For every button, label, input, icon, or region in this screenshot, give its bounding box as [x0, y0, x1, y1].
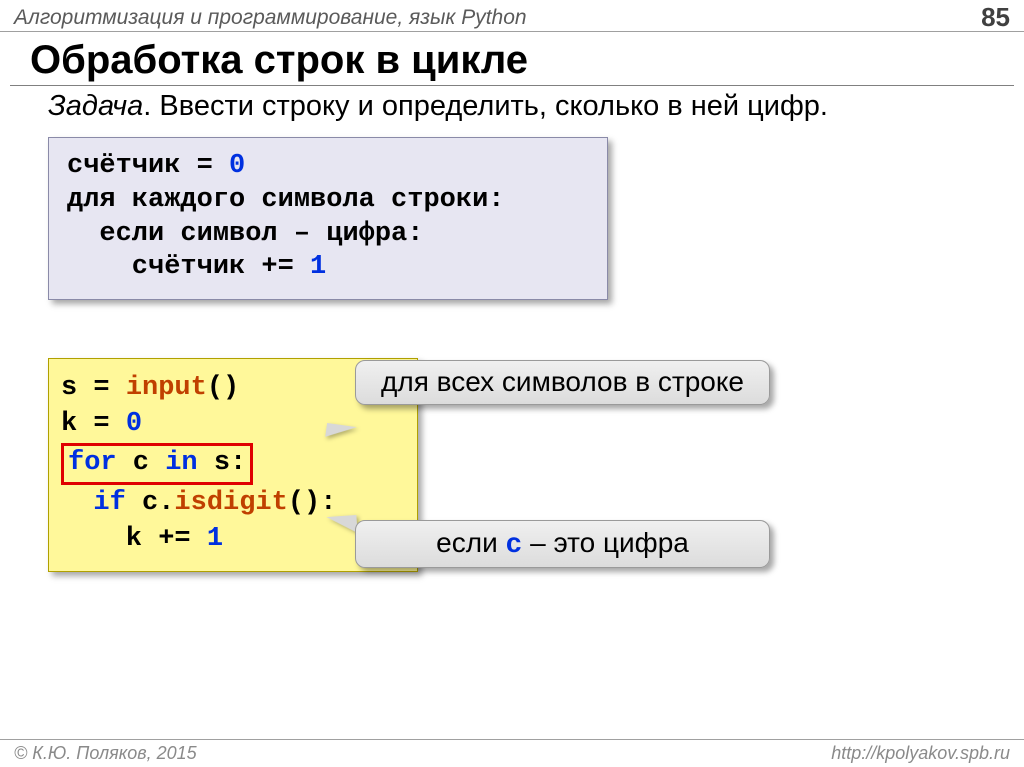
header-title: Алгоритмизация и программирование, язык … [14, 6, 527, 30]
page-number: 85 [981, 2, 1010, 33]
task-text: Задача. Ввести строку и определить, скол… [48, 90, 1024, 123]
task-label: Задача [48, 90, 143, 122]
highlight-frame: for c in s: [61, 443, 253, 485]
slide-footer: © К.Ю. Поляков, 2015 http://kpolyakov.sp… [0, 739, 1024, 767]
callout-isdigit: если c – это цифра [355, 520, 770, 568]
slide-header: Алгоритмизация и программирование, язык … [0, 0, 1024, 32]
task-body: . Ввести строку и определить, сколько в … [143, 90, 828, 122]
slide-title: Обработка строк в цикле [30, 38, 1024, 83]
callout-for-loop: для всех символов в строке [355, 360, 770, 405]
pseudocode-box: счётчик = 0 для каждого символа строки: … [48, 137, 608, 300]
code-line-3: for c in s: [61, 442, 405, 486]
footer-copyright: © К.Ю. Поляков, 2015 [14, 743, 197, 764]
callout-tail-icon [326, 515, 357, 535]
code-line-1: s = input() [61, 371, 405, 407]
footer-url: http://kpolyakov.spb.ru [831, 743, 1010, 764]
divider [10, 85, 1014, 86]
